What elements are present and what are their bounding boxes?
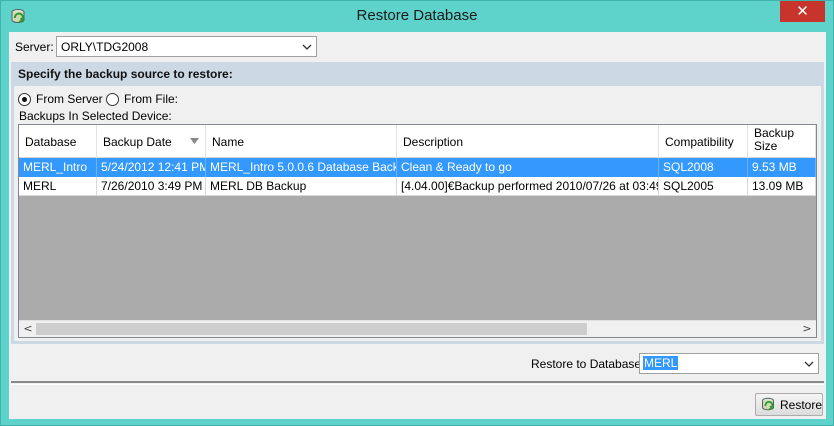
restore-button-label: Restore <box>780 398 823 412</box>
column-header-description[interactable]: Description <box>397 125 659 158</box>
from-server-label: From Server <box>36 92 103 106</box>
cell-compatibility: SQL2008 <box>659 158 748 177</box>
horizontal-scrollbar[interactable]: < > <box>19 320 816 337</box>
table-row[interactable]: MERL_Intro 5/24/2012 12:41 PM MERL_Intro… <box>19 158 816 177</box>
scrollbar-thumb[interactable] <box>36 323 587 335</box>
from-file-radio[interactable]: From File: <box>106 92 178 106</box>
table-row[interactable]: MERL 7/26/2010 3:49 PM MERL DB Backup [4… <box>19 177 816 196</box>
column-header-compatibility[interactable]: Compatibility <box>659 125 748 158</box>
dialog-client-area: Server: ORLY\TDG2008 Specify the backup … <box>9 32 826 419</box>
close-button[interactable]: ✕ <box>780 1 825 22</box>
from-server-radio[interactable]: From Server <box>18 92 103 106</box>
server-combobox[interactable]: ORLY\TDG2008 <box>56 36 317 57</box>
cell-name: MERL DB Backup <box>206 177 397 196</box>
scroll-left-icon[interactable]: < <box>22 323 34 335</box>
sort-descending-icon <box>190 138 199 144</box>
divider-highlight <box>11 384 824 385</box>
cell-size: 9.53 MB <box>748 158 816 177</box>
backup-source-title: Specify the backup source to restore: <box>18 67 233 81</box>
cell-database: MERL <box>19 177 97 196</box>
cell-database: MERL_Intro <box>19 158 97 177</box>
restore-to-database-combobox[interactable]: MERL <box>639 353 819 374</box>
window-title: Restore Database <box>356 7 478 24</box>
column-header-database[interactable]: Database <box>19 125 97 158</box>
column-header-backup-date[interactable]: Backup Date <box>97 125 206 158</box>
close-icon: ✕ <box>796 2 809 20</box>
database-restore-icon <box>762 397 774 411</box>
restore-database-window: Restore Database ✕ Server: ORLY\TDG2008 … <box>0 0 834 426</box>
cell-description: Clean & Ready to go <box>397 158 659 177</box>
radio-selected-icon <box>18 92 31 106</box>
restore-to-database-label: Restore to Database: <box>531 357 645 371</box>
restore-to-database-value: MERL <box>643 356 679 370</box>
server-label: Server: <box>15 40 54 54</box>
divider <box>11 381 824 383</box>
cell-description: [4.04.00]€Backup performed 2010/07/26 at… <box>397 177 659 196</box>
cell-compatibility: SQL2005 <box>659 177 748 196</box>
server-value: ORLY\TDG2008 <box>61 40 149 54</box>
restore-button[interactable]: Restore <box>755 393 823 416</box>
cell-backup-date: 5/24/2012 12:41 PM <box>97 158 206 177</box>
column-header-backup-size[interactable]: Backup Size <box>748 125 816 158</box>
chevron-down-icon <box>804 361 814 367</box>
grid-header: Database Backup Date Name Description Co… <box>19 125 816 158</box>
cell-size: 13.09 MB <box>748 177 816 196</box>
radio-unselected-icon <box>106 92 119 106</box>
backup-source-group: Specify the backup source to restore: Fr… <box>11 62 824 344</box>
backup-source-panel: From Server From File: Backups In Select… <box>14 86 821 341</box>
backups-grid[interactable]: Database Backup Date Name Description Co… <box>18 124 817 338</box>
scroll-right-icon[interactable]: > <box>801 323 813 335</box>
from-file-label: From File: <box>124 92 178 106</box>
cell-backup-date: 7/26/2010 3:49 PM <box>97 177 206 196</box>
backups-in-device-label: Backups In Selected Device: <box>19 109 172 123</box>
chevron-down-icon <box>302 44 312 50</box>
title-bar[interactable]: Restore Database ✕ <box>1 1 833 31</box>
cell-name: MERL_Intro 5.0.0.6 Database Backup <box>206 158 397 177</box>
column-header-name[interactable]: Name <box>206 125 397 158</box>
